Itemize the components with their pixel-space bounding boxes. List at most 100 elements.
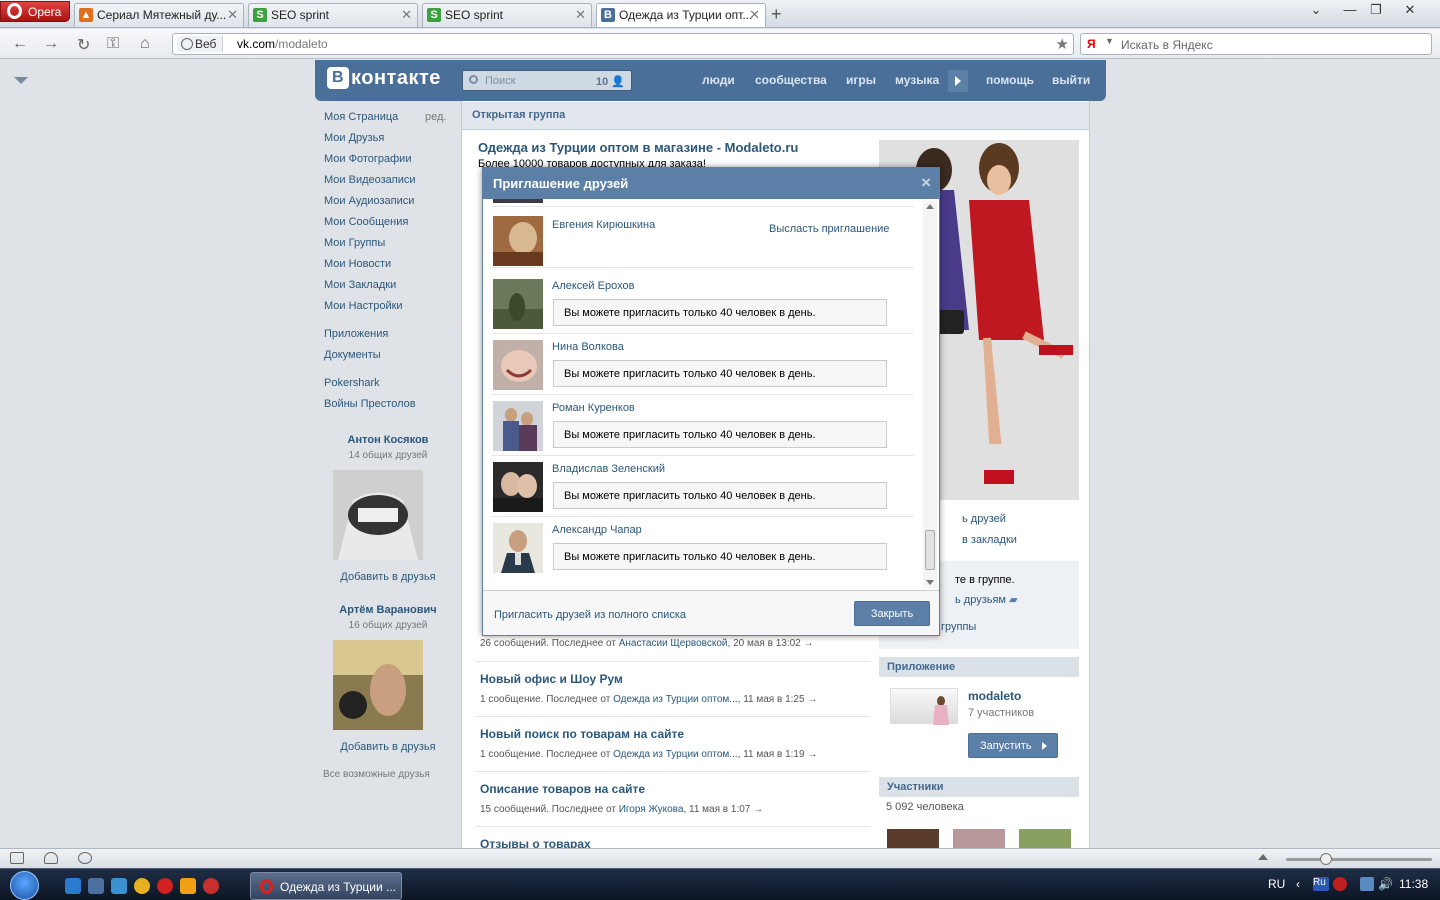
nav-music[interactable]: музыка [895,73,939,87]
leave-group-link[interactable]: группы [941,621,976,633]
tab-close-icon[interactable]: ✕ [749,7,760,23]
opera-menu-button[interactable]: Opera [0,1,70,22]
invite-from-full-list-link[interactable]: Пригласить друзей из полного списка [494,609,686,621]
menu-my-bookmarks[interactable]: Мои Закладки [324,279,396,291]
minimize-icon[interactable]: — [1336,0,1364,20]
menu-my-messages[interactable]: Мои Сообщения [324,216,408,228]
topic-author-link[interactable]: Анастасии Щервовской [619,638,728,649]
back-icon[interactable]: ← [12,35,28,53]
tab-list-icon[interactable]: ⌄ [1302,0,1330,20]
members-section-header[interactable]: Участники [879,777,1079,797]
menu-pokershark[interactable]: Pokershark [324,377,380,389]
address-field[interactable]: Веб vk.com/modaleto ★ [172,33,1074,55]
ie-icon[interactable] [65,878,81,894]
start-button[interactable] [4,869,50,900]
add-friend-link[interactable]: Добавить в друзья [326,571,450,583]
menu-my-audio[interactable]: Мои Аудиозаписи [324,195,414,207]
browser-tab-4[interactable]: B Одежда из Турции опт... ✕ [596,3,766,27]
panel-toggle-icon[interactable] [10,852,24,864]
media-player-icon[interactable] [180,878,196,894]
collapse-triangle-icon[interactable] [14,77,28,84]
friend-name[interactable]: Роман Куренков [552,402,635,414]
volume-icon[interactable]: 🔊 [1378,877,1393,891]
explorer-icon[interactable] [111,878,127,894]
nav-help[interactable]: помощь [986,73,1034,87]
nav-communities[interactable]: сообщества [755,73,827,87]
tab-close-icon[interactable]: ✕ [401,7,412,23]
menu-my-page[interactable]: Моя Страница [324,111,398,123]
invite-friends-link[interactable]: ь друзей [962,513,1006,525]
browser-tab-2[interactable]: S SEO sprint ✕ [248,3,418,27]
menu-my-photos[interactable]: Мои Фотографии [324,153,411,165]
topic-author-link[interactable]: Одежда из Турции оптом... [613,694,738,705]
clock[interactable]: 11:38 [1399,877,1428,891]
friend-name[interactable]: Владислав Зеленский [552,463,665,475]
turbo-icon[interactable] [78,852,92,864]
topic-title[interactable]: Описание товаров на сайте [480,782,870,796]
nav-logout[interactable]: выйти [1052,73,1090,87]
app-name[interactable]: modaleto [968,689,1021,703]
app-icon[interactable] [203,878,219,894]
close-icon[interactable]: × [921,173,931,193]
member-avatar[interactable] [1019,829,1071,848]
topic-title[interactable]: Новый офис и Шоу Рум [480,672,870,686]
nav-people[interactable]: люди [702,73,735,87]
topic-author-link[interactable]: Одежда из Турции оптом... [613,749,738,760]
friend-avatar[interactable] [493,462,543,512]
taskbar-opera-window[interactable]: Одежда из Турции ... [250,872,402,900]
tab-close-icon[interactable]: ✕ [575,7,586,23]
antivirus-icon[interactable] [1333,877,1347,891]
friend-list-scrollbar[interactable] [923,201,937,588]
vk-logo[interactable]: Вконтакте [327,67,452,95]
menu-my-friends[interactable]: Мои Друзья [324,132,384,144]
suggestion-photo[interactable] [333,640,423,730]
friend-name[interactable]: Нина Волкова [552,341,624,353]
ru-layout-icon[interactable]: Ru [1313,877,1329,891]
topic-title[interactable]: Новый поиск по товарам на сайте [480,727,870,741]
zoom-slider[interactable] [1286,858,1432,861]
opera-icon[interactable] [157,878,173,894]
app-thumbnail[interactable] [890,688,958,725]
close-button[interactable]: Закрыть [854,601,930,626]
tab-close-icon[interactable]: ✕ [227,7,238,23]
menu-apps[interactable]: Приложения [324,328,388,340]
member-avatar[interactable] [953,829,1005,848]
menu-my-videos[interactable]: Мои Видеозаписи [324,174,416,186]
all-suggestions-link[interactable]: Все возможные друзья [323,769,430,780]
close-window-icon[interactable]: ✕ [1396,0,1424,20]
network-icon[interactable] [1360,877,1374,891]
member-avatar[interactable] [887,829,939,848]
add-friend-link[interactable]: Добавить в друзья [326,741,450,753]
music-play-button[interactable] [948,70,968,92]
suggestion-photo[interactable] [333,470,423,560]
web-badge[interactable]: Веб [177,36,224,52]
zoom-slider-handle[interactable] [1320,853,1332,865]
home-icon[interactable]: ⌂ [140,35,150,53]
topic-title[interactable]: Отзывы о товарах [480,837,870,848]
friend-avatar[interactable] [493,401,543,451]
friend-avatar[interactable] [493,523,543,573]
chevron-down-icon[interactable]: ▼ [1105,36,1114,46]
tell-friends-link[interactable]: ь друзьям ▰ [955,593,1018,606]
browser-tab-1[interactable]: ▲ Сериал Мятежный ду... ✕ [74,3,244,27]
forward-icon[interactable]: → [43,35,59,53]
scrollbar-thumb[interactable] [925,530,935,570]
browser-tab-3[interactable]: S SEO sprint ✕ [422,3,592,27]
edit-link[interactable]: ред. [425,111,446,123]
friend-avatar[interactable] [493,279,543,329]
friend-name[interactable]: Александр Чапар [552,524,642,536]
reload-icon[interactable]: ↻ [77,35,90,55]
tray-expand-icon[interactable]: ‹ [1296,877,1306,891]
topic-author-link[interactable]: Игоря Жукова [619,804,684,815]
friend-avatar[interactable] [493,216,543,266]
scroll-up-icon[interactable] [926,204,934,209]
key-icon[interactable]: ⚿ [107,35,119,53]
restore-icon[interactable]: ❐ [1362,0,1390,20]
vk-search-input[interactable]: Поиск 10 👤 [462,70,632,91]
menu-my-news[interactable]: Мои Новости [324,258,391,270]
scroll-down-icon[interactable] [926,580,934,585]
yandex-search-field[interactable]: Я ▼ Искать в Яндекс [1080,33,1432,55]
new-tab-icon[interactable]: + [771,4,782,25]
zoom-menu-icon[interactable] [1258,854,1268,860]
menu-documents[interactable]: Документы [324,349,381,361]
